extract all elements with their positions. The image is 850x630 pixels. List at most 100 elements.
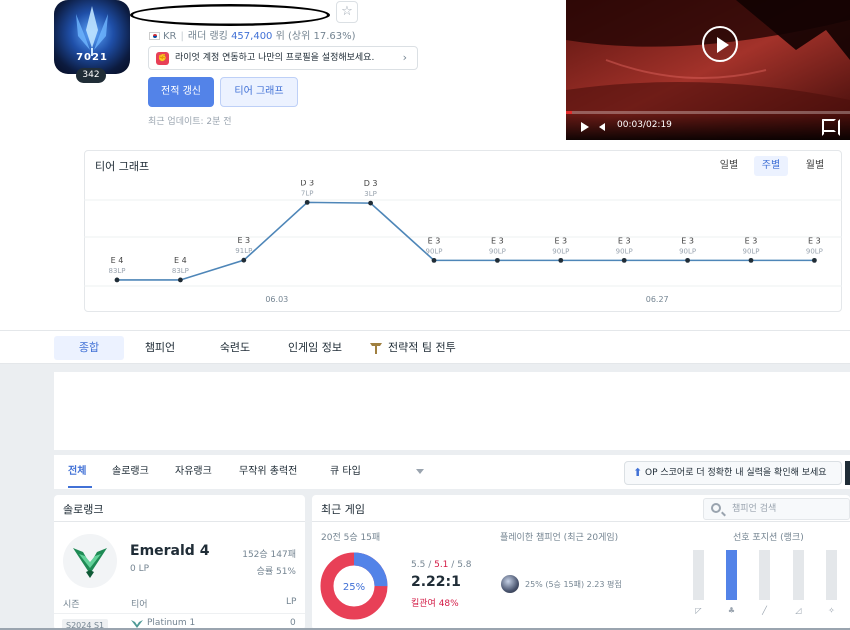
riot-link-banner[interactable]: ✊ 라이엇 계정 연동하고 나만의 프로필을 설정해보세요. › [148,46,418,70]
kill-participation: 킬관여 48% [411,599,459,609]
tier-point[interactable] [621,257,627,263]
tier-x-label: 06.27 [646,295,669,304]
tier-point-tier: E 3 [681,236,694,245]
video-play-button[interactable] [702,26,738,62]
tier-point-tier: D 3 [364,180,378,188]
current-tier: Emerald 4 [130,543,210,559]
position-bar-mid [759,550,770,600]
page: 7021 342 ☆ KR | 래더 랭킹 457,400 위 (상위 17.63%… [0,0,850,630]
queue-tab-underline [68,486,92,488]
search-icon [711,503,721,513]
video-time: 00:03/02:19 [617,120,672,130]
jungle-icon: ♣ [727,606,736,615]
renew-button[interactable]: 전적 갱신 [148,77,214,107]
fullscreen-icon[interactable] [822,119,840,136]
op-banner-edge [845,461,850,485]
nav-tft[interactable]: 전략적 팀 전투 [388,336,468,360]
tier-point[interactable] [241,257,247,263]
tier-point[interactable] [495,257,500,263]
champion-icon[interactable] [501,575,519,593]
play-icon[interactable] [581,122,589,132]
op-score-banner[interactable]: ⬆ OP 스코어로 더 정확한 내 실력을 확인해 보세요 [624,461,842,485]
tier-point[interactable] [304,199,310,205]
tier-point-lp: 90LP [489,247,506,255]
level-badge: 342 [76,68,106,83]
champion-search-input[interactable]: 챔피언 검색 [703,498,850,520]
tier-line [117,201,815,281]
video-control-bar [566,113,850,140]
tier-point[interactable] [685,257,690,263]
tier-point[interactable] [748,257,754,263]
video-progress-bar[interactable] [566,111,850,114]
tier-point-lp: 90LP [616,247,633,255]
tft-icon [370,343,382,354]
tier-point-lp: 7LP [301,189,314,197]
emerald-emblem [63,534,117,588]
recent-games-title: 최근 게임 [321,503,365,516]
divider [54,521,305,522]
tier-point[interactable] [368,200,373,206]
col-tier: 티어 [131,600,148,610]
arrow-up-icon: ⬆ [633,466,643,479]
chevron-down-icon[interactable] [416,469,424,474]
chevron-right-icon: › [402,51,407,64]
ladder-rank: KR | 래더 랭킹 457,400 위 (상위 17.63%) [149,27,356,42]
korea-flag-icon [149,32,160,40]
ladder-rank-value[interactable]: 457,400 [231,31,272,42]
tier-point[interactable] [178,277,183,283]
kda-deaths: 5.1 [434,560,449,570]
tier-point-tier: E 3 [618,236,631,245]
queue-type-select[interactable]: 큐 타입 [330,461,361,483]
tier-point[interactable] [431,257,437,263]
kda-kills: 5.5 [411,560,426,570]
video-progress-fill [566,111,572,114]
queue-tab-aram[interactable]: 무작위 총력전 [239,461,297,483]
kda-assists: 5.8 [457,560,472,570]
tab-daily[interactable]: 일별 [712,156,746,176]
last-updated: 최근 업데이트: 2분 전 [148,117,232,127]
current-lp: 0 LP [130,564,150,574]
support-icon: ✧ [828,606,835,615]
solo-rank-title: 솔로랭크 [63,503,104,516]
divider [312,521,850,522]
tier-point-tier: D 3 [300,180,314,187]
profile-icon: 7021 [54,0,130,74]
nav-mastery[interactable]: 숙련도 [205,336,265,360]
volume-icon[interactable] [599,123,605,131]
position-bar-jungle [726,550,737,600]
tier-graph-button[interactable]: 티어 그래프 [220,77,298,107]
tier-point-lp: 91LP [235,247,252,255]
tier-x-label: 06.03 [265,295,288,304]
position-bar-adc [793,550,804,600]
queue-tab-flex[interactable]: 자유랭크 [175,461,212,483]
tab-monthly[interactable]: 월별 [798,156,832,176]
ladder-rank-suffix: 위 (상위 17.63%) [275,31,356,42]
tier-point-tier: E 3 [491,236,504,245]
adc-icon: ◿ [795,606,802,615]
tier-point[interactable] [558,257,564,263]
queue-tab-all[interactable]: 전체 [68,461,86,483]
nav-summary[interactable]: 종합 [54,336,124,360]
top-icon: ◸ [695,606,702,615]
position-bar-fill [726,550,737,600]
tier-point-lp: 90LP [806,247,823,255]
emerald-wings-icon [73,548,107,578]
tier-point-tier: E 4 [111,256,124,265]
recent-summary: 20전 5승 15패 [321,533,381,543]
tier-point-tier: E 3 [554,236,567,245]
riot-link-text: 라이엇 계정 연동하고 나만의 프로필을 설정해보세요. [175,53,375,63]
nav-ingame[interactable]: 인게임 정보 [280,336,350,360]
queue-tab-solo[interactable]: 솔로랭크 [112,461,149,483]
kda-ratio: 2.22:1 [411,574,461,590]
preferred-positions-title: 선호 포지션 (랭크) [733,533,804,543]
nav-champions[interactable]: 챔피언 [133,336,187,360]
tab-weekly[interactable]: 주별 [754,156,788,176]
win-rate: 승률 51% [256,567,296,577]
donut-label: 25% [343,582,365,593]
tier-point-tier: E 3 [237,236,250,245]
favorite-button[interactable]: ☆ [336,1,358,23]
tier-point[interactable] [812,257,817,263]
tier-point[interactable] [114,277,120,283]
tier-point-lp: 83LP [108,267,125,275]
ladder-label: 래더 랭킹 [187,31,228,42]
